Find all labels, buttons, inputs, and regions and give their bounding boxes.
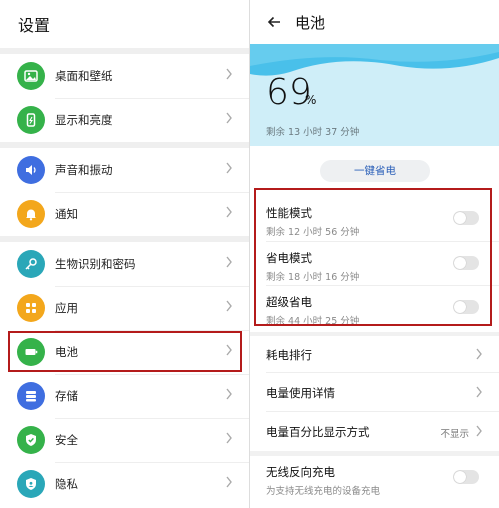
settings-group-display: 桌面和壁纸 显示和亮度 — [0, 54, 249, 142]
settings-item-notifications[interactable]: 通知 — [0, 192, 249, 236]
page-title: 电池 — [295, 14, 326, 32]
image-icon — [17, 62, 45, 90]
settings-item-display[interactable]: 显示和亮度 — [0, 98, 249, 142]
battery-remaining-time: 剩余 13 小时 37 分钟 — [266, 127, 360, 138]
settings-item-label: 声音和振动 — [55, 163, 113, 177]
settings-item-security[interactable]: 安全 — [0, 418, 249, 462]
chevron-right-icon — [226, 206, 232, 218]
mode-subtitle: 为支持无线充电的设备充电 — [266, 486, 381, 497]
list-item-value: 不显示 — [440, 429, 469, 440]
chevron-right-icon — [226, 112, 232, 124]
settings-group-system: 生物识别和密码 应用 电池 存储 安全 隐私 — [0, 242, 249, 508]
storage-icon — [17, 382, 45, 410]
wireless-reverse-charging: 无线反向充电 为支持无线充电的设备充电 — [250, 456, 499, 500]
divider — [266, 411, 499, 412]
battery-level-card: 69 % 剩余 13 小时 37 分钟 — [250, 44, 499, 146]
panel-divider — [249, 0, 250, 508]
speaker-icon — [17, 156, 45, 184]
chevron-right-icon — [226, 476, 232, 488]
list-item-title: 耗电排行 — [266, 348, 312, 362]
settings-item-label: 隐私 — [55, 477, 78, 491]
settings-item-label: 生物识别和密码 — [55, 257, 136, 271]
settings-item-label: 显示和亮度 — [55, 113, 113, 127]
screen: 设置 桌面和壁纸 显示和亮度 声音和振动 通知 生物识别和密码 应用 电池 存储… — [0, 0, 499, 508]
settings-header: 设置 — [0, 0, 249, 48]
mode-title: 无线反向充电 — [266, 465, 335, 479]
back-arrow-icon[interactable] — [266, 14, 282, 30]
shield-icon — [17, 426, 45, 454]
battery-percent-sign: % — [305, 93, 317, 107]
settings-item-sound[interactable]: 声音和振动 — [0, 148, 249, 192]
privacy-icon — [17, 470, 45, 498]
power-ranking-item[interactable]: 耗电排行 — [250, 336, 499, 372]
settings-group-sound: 声音和振动 通知 — [0, 148, 249, 236]
chevron-right-icon — [226, 68, 232, 80]
one-click-save-button[interactable]: 一键省电 — [320, 160, 430, 182]
settings-item-biometrics[interactable]: 生物识别和密码 — [0, 242, 249, 286]
phone-icon — [17, 106, 45, 134]
settings-item-label: 存储 — [55, 389, 78, 403]
wireless-reverse-toggle[interactable] — [453, 470, 479, 484]
list-item-title: 电量百分比显示方式 — [266, 425, 370, 439]
settings-item-privacy[interactable]: 隐私 — [0, 462, 249, 506]
settings-item-storage[interactable]: 存储 — [0, 374, 249, 418]
chevron-right-icon — [476, 386, 482, 398]
list-item-title: 电量使用详情 — [266, 386, 335, 400]
chevron-right-icon — [226, 432, 232, 444]
bell-icon — [17, 200, 45, 228]
chevron-right-icon — [226, 388, 232, 400]
chevron-right-icon — [226, 162, 232, 174]
chevron-right-icon — [226, 300, 232, 312]
highlight-modes — [254, 188, 492, 326]
settings-item-apps[interactable]: 应用 — [0, 286, 249, 330]
settings-item-label: 应用 — [55, 301, 78, 315]
grid-icon — [17, 294, 45, 322]
battery-header: 电池 — [250, 0, 499, 44]
highlight-battery-item — [8, 331, 242, 372]
settings-panel: 设置 桌面和壁纸 显示和亮度 声音和振动 通知 生物识别和密码 应用 电池 存储… — [0, 0, 249, 508]
percent-display-item[interactable]: 电量百分比显示方式 不显示 — [250, 413, 499, 449]
chevron-right-icon — [476, 348, 482, 360]
settings-item-label: 桌面和壁纸 — [55, 69, 113, 83]
usage-details-item[interactable]: 电量使用详情 — [250, 374, 499, 410]
settings-item-wallpaper[interactable]: 桌面和壁纸 — [0, 54, 249, 98]
divider — [266, 372, 499, 373]
chevron-right-icon — [476, 425, 482, 437]
settings-item-label: 通知 — [55, 207, 78, 221]
key-icon — [17, 250, 45, 278]
settings-item-label: 安全 — [55, 433, 78, 447]
page-title: 设置 — [18, 16, 51, 35]
chevron-right-icon — [226, 256, 232, 268]
